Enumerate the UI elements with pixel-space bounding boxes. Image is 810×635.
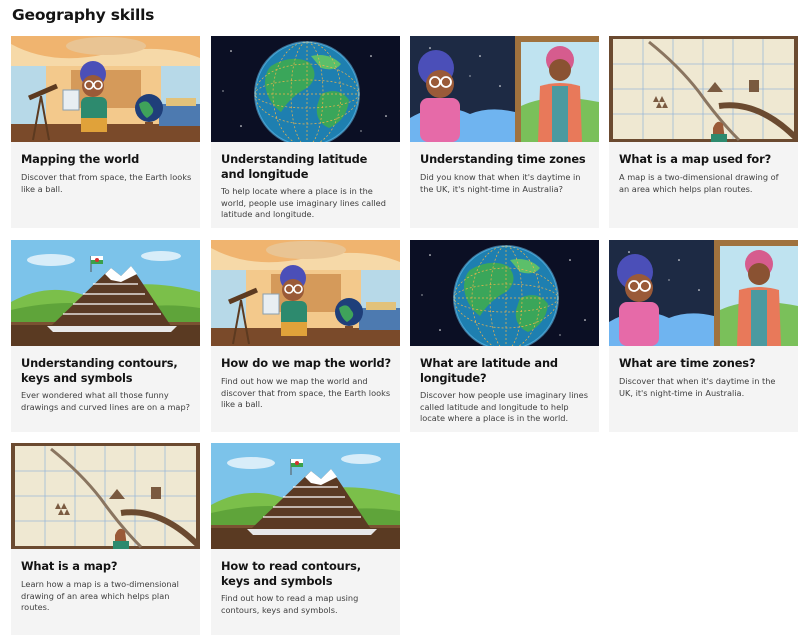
card-how-to-read-contours-keys-and-symbols[interactable]: How to read contours, keys and symbols F… (211, 443, 400, 635)
explorer-with-telescope-and-globe-image (11, 36, 200, 142)
card-description: Discover that when it's daytime in the U… (619, 376, 776, 398)
card-description: Ever wondered what all those funny drawi… (21, 390, 190, 412)
card-title: What are time zones? (619, 356, 756, 370)
card-what-is-a-map[interactable]: What is a map? Learn how a map is a two-… (11, 443, 200, 635)
card-description: Find out how to read a map using contour… (221, 593, 359, 615)
card-description: Discover how people use imaginary lines … (420, 390, 588, 424)
card-what-are-latitude-and-longitude[interactable]: What are latitude and longitude? Discove… (410, 240, 599, 432)
card-title: What are latitude and longitude? (420, 356, 558, 385)
night-and-day-phone-call-image (410, 36, 599, 142)
card-title: What is a map? (21, 559, 118, 573)
card-title: Mapping the world (21, 152, 140, 166)
card-mapping-the-world[interactable]: Mapping the world Discover that from spa… (11, 36, 200, 228)
grid-map-with-pointer-image (609, 36, 798, 142)
card-what-are-time-zones[interactable]: What are time zones? Discover that when … (609, 240, 798, 432)
card-title: Understanding contours, keys and symbols (21, 356, 178, 385)
night-and-day-phone-call-image (609, 240, 798, 346)
earth-with-latitude-longitude-lines-image (211, 36, 400, 142)
layered-mountain-cake-with-welsh-flag-image (211, 443, 400, 549)
card-understanding-latitude-and-longitude[interactable]: Understanding latitude and longitude To … (211, 36, 400, 228)
card-title: Understanding latitude and longitude (221, 152, 368, 181)
card-description: Find out how we map the world and discov… (221, 376, 391, 410)
card-understanding-contours-keys-and-symbols[interactable]: Understanding contours, keys and symbols… (11, 240, 200, 432)
card-description: To help locate where a place is in the w… (221, 186, 386, 220)
card-description: Discover that from space, the Earth look… (21, 172, 192, 194)
page-title: Geography skills (12, 6, 155, 24)
grid-map-with-pointer-image (11, 443, 200, 549)
card-title: What is a map used for? (619, 152, 772, 166)
layered-mountain-cake-with-welsh-flag-image (11, 240, 200, 346)
card-what-is-a-map-used-for[interactable]: What is a map used for? A map is a two-d… (609, 36, 798, 228)
card-understanding-time-zones[interactable]: Understanding time zones Did you know th… (410, 36, 599, 228)
card-title: Understanding time zones (420, 152, 586, 166)
card-how-do-we-map-the-world[interactable]: How do we map the world? Find out how we… (211, 240, 400, 432)
explorer-with-telescope-and-globe-image (211, 240, 400, 346)
earth-with-latitude-longitude-lines-image (410, 240, 599, 346)
card-description: Learn how a map is a two-dimensional dra… (21, 579, 179, 613)
card-title: How to read contours, keys and symbols (221, 559, 361, 588)
card-description: Did you know that when it's daytime in t… (420, 172, 581, 194)
card-title: How do we map the world? (221, 356, 391, 370)
card-description: A map is a two-dimensional drawing of an… (619, 172, 779, 194)
